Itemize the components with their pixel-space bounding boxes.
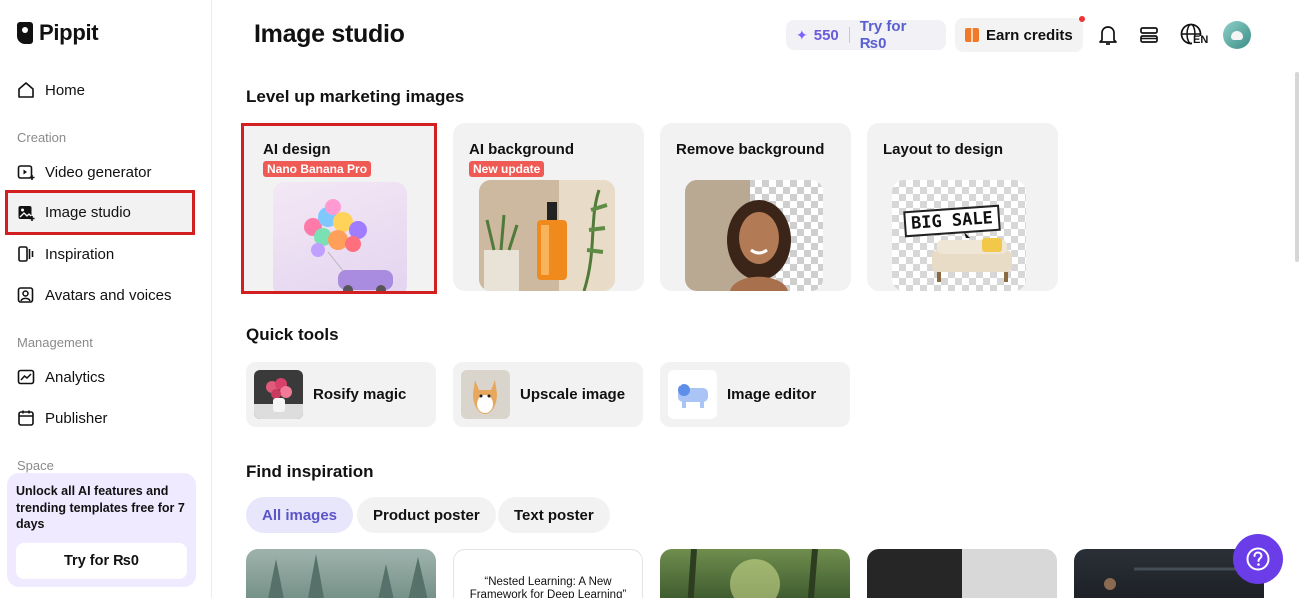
scrollbar[interactable] — [1295, 72, 1299, 262]
filter-text-poster[interactable]: Text poster — [498, 497, 610, 533]
sidebar-item-label: Analytics — [45, 368, 106, 386]
notification-dot — [1079, 16, 1085, 22]
page-title: Image studio — [254, 20, 405, 48]
portrait-image — [685, 180, 823, 291]
card-ai-background[interactable]: AI background New update — [453, 123, 644, 291]
card-label: Layout to design — [883, 141, 1003, 158]
card-label: Remove background — [676, 141, 825, 158]
inspiration-item-green-forest[interactable] — [660, 549, 850, 598]
balloon-car-image — [273, 182, 407, 291]
avatar-icon — [17, 286, 35, 304]
section-title-quick-tools: Quick tools — [246, 325, 339, 344]
perfume-image — [479, 180, 615, 291]
language-code: EN — [1193, 34, 1209, 46]
sidebar-item-avatars-and-voices[interactable]: Avatars and voices — [5, 275, 195, 315]
help-button[interactable] — [1233, 534, 1283, 584]
question-icon — [1246, 547, 1270, 571]
quick-tool-label: Image editor — [727, 386, 817, 403]
inspiration-item-text-poster[interactable]: “Nested Learning: A New Framework for De… — [453, 549, 643, 598]
analytics-icon — [17, 368, 35, 386]
image-plus-icon — [17, 204, 35, 222]
filter-all-images[interactable]: All images — [246, 497, 354, 533]
calendar-icon — [17, 409, 35, 427]
section-management: Management — [17, 335, 93, 350]
quick-tool-label: Rosify magic — [313, 386, 407, 403]
layout-image: BIG SALE — [892, 180, 1026, 291]
earn-credits-label: Earn credits — [986, 26, 1073, 44]
inspiration-item-forest[interactable] — [246, 549, 436, 598]
home-icon — [17, 81, 35, 99]
inspiration-thumb-text: “Nested Learning: A New Framework for De… — [469, 576, 627, 598]
rosify-thumbnail — [254, 370, 303, 419]
sidebar-item-inspiration[interactable]: Inspiration — [5, 234, 195, 274]
card-layout-to-design[interactable]: Layout to design BIG SALE — [867, 123, 1058, 291]
quick-tool-image-editor[interactable]: Image editor — [660, 362, 850, 427]
sidebar-item-publisher[interactable]: Publisher — [5, 398, 195, 438]
credits-widget[interactable]: ✦ 550 Try for ₨0 — [786, 18, 946, 52]
bell-icon[interactable] — [1096, 22, 1120, 48]
language-icon[interactable]: EN — [1179, 22, 1209, 48]
quick-tool-upscale-image[interactable]: Upscale image — [453, 362, 643, 427]
quick-tool-label: Upscale image — [520, 386, 626, 403]
promo-card: Unlock all AI features and trending temp… — [7, 473, 196, 587]
image-editor-thumbnail — [668, 370, 717, 419]
section-title-inspiration: Find inspiration — [246, 462, 374, 481]
sidebar-item-label: Avatars and voices — [45, 286, 172, 304]
sidebar: Pippit Home Creation Video generator Ima… — [0, 0, 212, 598]
card-ai-design[interactable]: AI design Nano Banana Pro — [241, 123, 437, 294]
section-title-marketing: Level up marketing images — [246, 87, 465, 106]
promo-text: Unlock all AI features and trending temp… — [16, 484, 185, 531]
divider — [848, 27, 850, 43]
sidebar-item-label: Publisher — [45, 409, 108, 427]
upscale-thumbnail — [461, 370, 510, 419]
sparkle-icon: ✦ — [796, 26, 808, 43]
user-avatar[interactable] — [1223, 21, 1251, 49]
sidebar-item-home[interactable]: Home — [5, 70, 195, 110]
promo-try-button[interactable]: Try for ₨0 — [16, 543, 187, 579]
credits-count: 550 — [813, 26, 839, 44]
inspiration-item-split[interactable] — [867, 549, 1057, 598]
pippit-logo-icon — [17, 22, 33, 44]
credits-try-link[interactable]: Try for ₨0 — [860, 18, 936, 52]
sidebar-item-label: Image studio — [45, 204, 131, 221]
sidebar-item-label: Video generator — [45, 163, 152, 181]
sidebar-item-image-studio[interactable]: Image studio — [5, 190, 195, 235]
section-creation: Creation — [17, 130, 67, 145]
card-tag: New update — [469, 161, 545, 177]
sidebar-item-label: Home — [45, 81, 86, 99]
layers-icon[interactable] — [1137, 22, 1161, 48]
pippit-logo[interactable]: Pippit — [17, 20, 99, 46]
gift-icon — [965, 28, 979, 42]
sidebar-item-label: Inspiration — [45, 245, 115, 263]
card-remove-background[interactable]: Remove background — [660, 123, 851, 291]
card-label: AI design — [263, 141, 331, 158]
app-name: Pippit — [39, 20, 99, 45]
inspiration-icon — [17, 245, 35, 263]
sidebar-item-video-generator[interactable]: Video generator — [5, 152, 195, 192]
card-label: AI background — [469, 141, 575, 158]
earn-credits-button[interactable]: Earn credits — [955, 18, 1083, 52]
quick-tool-rosify-magic[interactable]: Rosify magic — [246, 362, 436, 427]
section-space: Space — [17, 458, 54, 473]
card-tag: Nano Banana Pro — [263, 161, 372, 177]
video-plus-icon — [17, 163, 35, 181]
sidebar-item-analytics[interactable]: Analytics — [5, 357, 195, 397]
filter-product-poster[interactable]: Product poster — [357, 497, 496, 533]
